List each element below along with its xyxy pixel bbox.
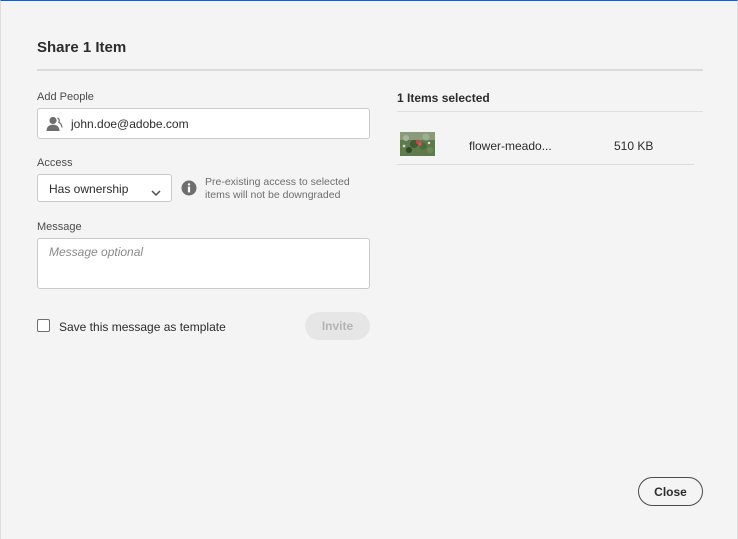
save-template-checkbox[interactable] (37, 319, 50, 332)
flower-meadow-thumbnail (400, 132, 435, 156)
user-icon (45, 115, 63, 133)
selected-item-row: flower-meado... 510 KB (397, 127, 694, 165)
add-people-field[interactable]: john.doe@adobe.com (37, 108, 370, 139)
save-template-label[interactable]: Save this message as template (59, 320, 226, 334)
message-input[interactable] (37, 238, 370, 289)
invite-button[interactable]: Invite (305, 312, 370, 340)
access-info-text: Pre-existing access to selected items wi… (205, 176, 350, 201)
close-button[interactable]: Close (638, 477, 703, 506)
add-people-label: Add People (37, 91, 94, 103)
title-divider (37, 69, 703, 71)
selected-item-name: flower-meado... (469, 139, 552, 153)
selection-divider (397, 111, 703, 112)
items-selected-heading: 1 Items selected (397, 91, 490, 105)
info-icon (181, 180, 197, 196)
access-label: Access (37, 157, 73, 169)
dialog-title: Share 1 Item (37, 39, 127, 56)
share-dialog: Share 1 Item Add People john.doe@adobe.c… (0, 0, 738, 539)
selected-item-size: 510 KB (614, 139, 654, 153)
access-dropdown[interactable]: Has ownership (37, 174, 172, 202)
access-selected-value: Has ownership (49, 182, 129, 196)
message-label: Message (37, 221, 82, 233)
add-people-value[interactable]: john.doe@adobe.com (71, 117, 189, 131)
chevron-down-icon (151, 184, 161, 197)
